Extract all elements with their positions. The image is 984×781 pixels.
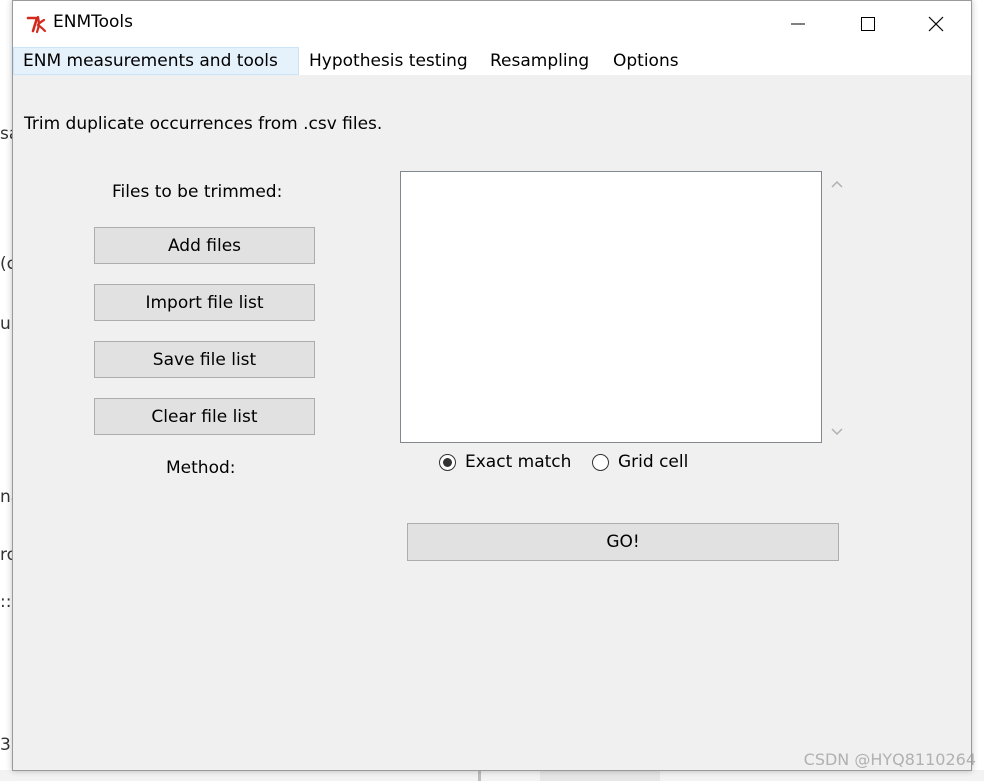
background-text-fragment: u: [0, 314, 11, 334]
background-left-strip: [0, 0, 12, 781]
background-text-fragment: 3.:: [0, 735, 12, 755]
background-panel: [540, 770, 660, 781]
file-listbox[interactable]: [400, 171, 822, 443]
exact-match-label: Exact match: [465, 452, 572, 472]
listbox-scrollbar[interactable]: [823, 171, 853, 443]
menu-resampling[interactable]: Resampling: [481, 47, 598, 75]
grid-cell-label: Grid cell: [618, 452, 689, 472]
background-text-fragment: ::: [0, 592, 12, 612]
menu-bar: ENM measurements and tools Hypothesis te…: [13, 47, 971, 75]
minimize-icon: [791, 23, 805, 25]
go-button[interactable]: GO!: [407, 523, 839, 561]
menu-hypothesis-testing[interactable]: Hypothesis testing: [300, 47, 477, 75]
background-taskbar-strip: [0, 770, 984, 781]
files-to-trim-label: Files to be trimmed:: [112, 182, 283, 202]
exact-match-radio[interactable]: Exact match: [439, 452, 571, 472]
radio-dot: [443, 457, 452, 467]
scroll-up-arrow-icon[interactable]: [829, 177, 845, 191]
tk-feather-icon: [26, 15, 47, 34]
background-text-fragment: ro: [0, 545, 12, 565]
add-files-button[interactable]: Add files: [94, 227, 315, 264]
panel-description: Trim duplicate occurrences from .csv fil…: [24, 114, 383, 134]
grid-cell-radio[interactable]: Grid cell: [592, 452, 688, 472]
clear-file-list-button[interactable]: Clear file list: [94, 398, 315, 435]
background-text-fragment: (c: [0, 254, 12, 274]
close-icon: [928, 16, 944, 32]
save-file-list-button[interactable]: Save file list: [94, 341, 315, 378]
title-bar[interactable]: ENMTools: [13, 1, 971, 47]
maximize-button[interactable]: [833, 1, 903, 47]
background-divider: [478, 770, 481, 781]
window-title: ENMTools: [53, 12, 134, 32]
method-label: Method:: [166, 458, 236, 478]
maximize-icon: [861, 17, 875, 31]
menu-enm-measurements[interactable]: ENM measurements and tools: [13, 47, 299, 75]
scroll-down-arrow-icon[interactable]: [829, 425, 845, 439]
minimize-button[interactable]: [763, 1, 833, 47]
background-text-fragment: na: [0, 487, 12, 507]
close-button[interactable]: [901, 1, 971, 47]
enmtools-window: ENMTools ENM measurements and tools Hypo…: [12, 0, 972, 771]
import-file-list-button[interactable]: Import file list: [94, 284, 315, 321]
watermark: CSDN @HYQ8110264: [803, 750, 976, 769]
background-text-fragment: sa: [0, 124, 12, 144]
menu-options[interactable]: Options: [604, 47, 688, 75]
radio-selected-indicator: [439, 453, 456, 471]
radio-unselected-indicator: [592, 453, 609, 471]
